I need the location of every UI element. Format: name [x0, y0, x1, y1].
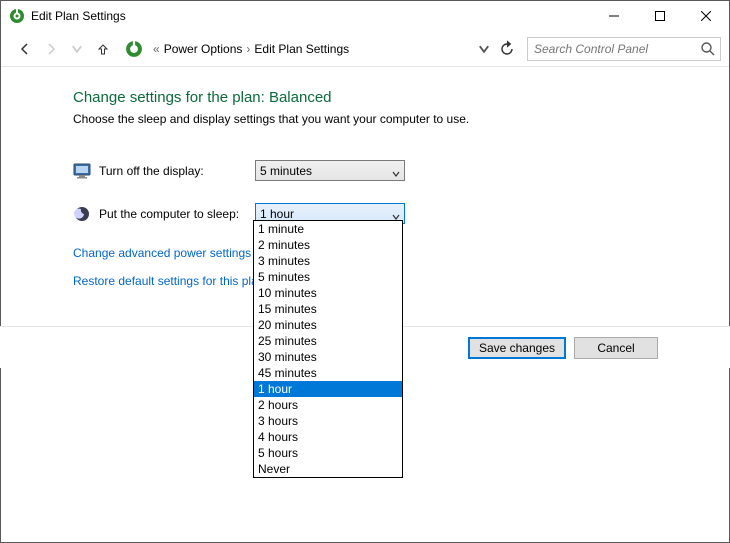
sleep-timeout-dropdown[interactable]: 1 minute2 minutes3 minutes5 minutes10 mi… — [253, 220, 403, 478]
window-controls — [591, 1, 729, 31]
chevron-down-icon — [392, 210, 400, 218]
dropdown-option[interactable]: 5 hours — [254, 445, 402, 461]
display-timeout-label: Turn off the display: — [99, 164, 255, 178]
power-options-icon — [9, 8, 25, 24]
dropdown-option[interactable]: 2 hours — [254, 397, 402, 413]
page-title: Change settings for the plan: Balanced — [73, 89, 669, 106]
search-input[interactable] — [528, 42, 720, 56]
monitor-icon — [73, 162, 91, 180]
dropdown-option[interactable]: 3 minutes — [254, 253, 402, 269]
search-icon[interactable] — [700, 41, 716, 57]
address-bar-icon — [125, 40, 143, 58]
recent-dropdown[interactable] — [67, 39, 87, 59]
breadcrumb-power-options[interactable]: Power Options — [164, 42, 243, 56]
up-button[interactable] — [93, 39, 113, 59]
close-button[interactable] — [683, 1, 729, 31]
moon-icon — [73, 205, 91, 223]
back-button[interactable] — [15, 39, 35, 59]
dropdown-option[interactable]: 5 minutes — [254, 269, 402, 285]
breadcrumb-edit-plan[interactable]: Edit Plan Settings — [254, 42, 349, 56]
breadcrumb-overflow[interactable]: « — [153, 42, 160, 56]
window-title: Edit Plan Settings — [31, 9, 591, 23]
minimize-button[interactable] — [591, 1, 637, 31]
search-box[interactable] — [527, 37, 721, 61]
dropdown-option[interactable]: 25 minutes — [254, 333, 402, 349]
breadcrumb[interactable]: « Power Options › Edit Plan Settings — [149, 42, 471, 56]
display-timeout-select[interactable]: 5 minutes — [255, 160, 405, 181]
nav-bar: « Power Options › Edit Plan Settings — [1, 31, 729, 67]
dropdown-option[interactable]: Never — [254, 461, 402, 477]
page-subtitle: Choose the sleep and display settings th… — [73, 112, 669, 126]
display-timeout-row: Turn off the display: 5 minutes — [73, 160, 669, 181]
dropdown-option[interactable]: 3 hours — [254, 413, 402, 429]
chevron-right-icon[interactable]: › — [246, 42, 250, 56]
refresh-button[interactable] — [497, 39, 517, 59]
dropdown-option[interactable]: 1 minute — [254, 221, 402, 237]
sleep-timeout-label: Put the computer to sleep: — [99, 207, 255, 221]
dropdown-option[interactable]: 10 minutes — [254, 285, 402, 301]
dropdown-option[interactable]: 1 hour — [254, 381, 402, 397]
sleep-timeout-value: 1 hour — [260, 207, 294, 221]
save-button[interactable]: Save changes — [468, 337, 566, 359]
address-dropdown[interactable] — [477, 39, 491, 59]
dropdown-option[interactable]: 20 minutes — [254, 317, 402, 333]
title-bar: Edit Plan Settings — [1, 1, 729, 31]
dropdown-option[interactable]: 30 minutes — [254, 349, 402, 365]
dropdown-option[interactable]: 15 minutes — [254, 301, 402, 317]
display-timeout-value: 5 minutes — [260, 164, 312, 178]
dropdown-option[interactable]: 4 hours — [254, 429, 402, 445]
dropdown-option[interactable]: 2 minutes — [254, 237, 402, 253]
forward-button[interactable] — [41, 39, 61, 59]
chevron-down-icon — [392, 167, 400, 175]
cancel-button[interactable]: Cancel — [574, 337, 658, 359]
dropdown-option[interactable]: 45 minutes — [254, 365, 402, 381]
maximize-button[interactable] — [637, 1, 683, 31]
